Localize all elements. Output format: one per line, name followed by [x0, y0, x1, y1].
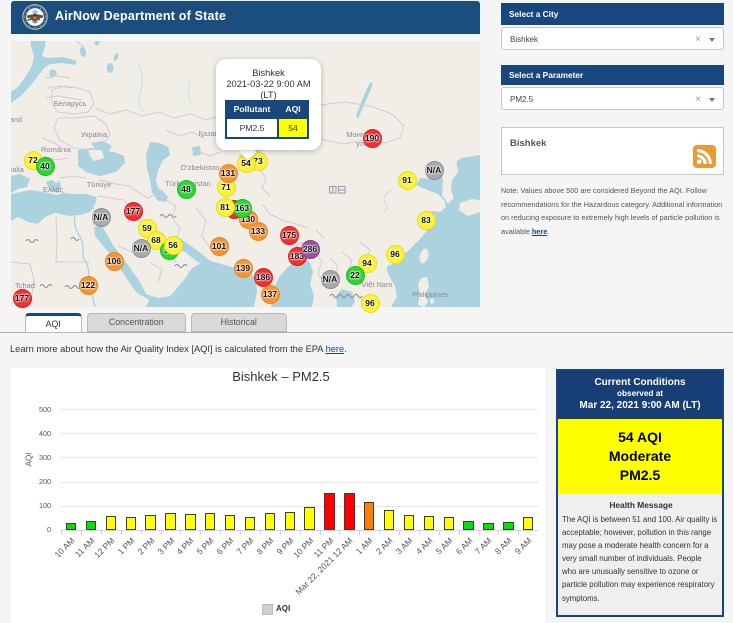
- svg-text:Việt Nam: Việt Nam: [362, 280, 393, 289]
- svg-text:land: land: [11, 115, 22, 124]
- svg-text:Україна: Україна: [81, 130, 108, 139]
- svg-text:Беларусь: Беларусь: [54, 99, 87, 108]
- svg-text:Philippines: Philippines: [412, 290, 449, 299]
- svg-text:talia: talia: [11, 165, 25, 174]
- svg-text:O'zbekiston: O'zbekiston: [181, 163, 220, 172]
- svg-text:Türkiye: Türkiye: [87, 180, 112, 189]
- svg-text:Ελλάς: Ελλάς: [43, 185, 64, 194]
- svg-text:Romānia: Romānia: [41, 145, 72, 154]
